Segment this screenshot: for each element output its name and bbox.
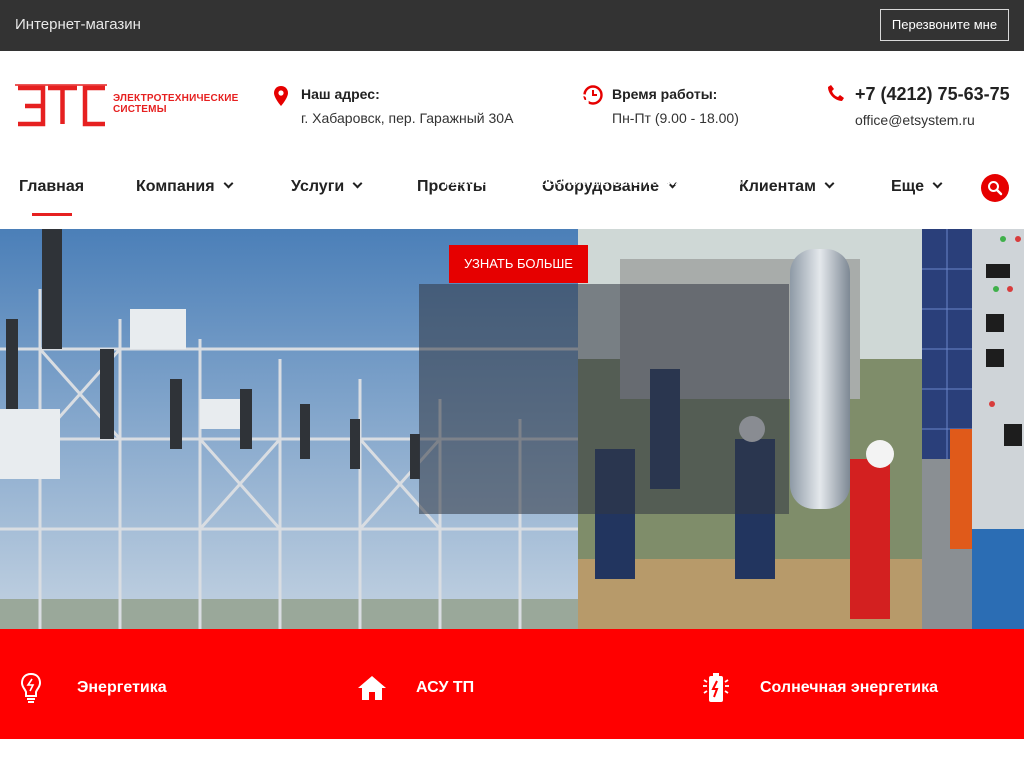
nav-company[interactable]: Компания	[136, 178, 234, 196]
hours-value: Пн-Пт (9.00 - 18.00)	[612, 110, 739, 126]
nav-services-label: Услуги	[291, 178, 345, 195]
hours-title: Время работы:	[612, 86, 718, 102]
band-item-solar[interactable]: Солнечная энергетика	[760, 679, 938, 697]
phone-icon[interactable]	[827, 84, 845, 102]
lightbulb-icon	[20, 672, 42, 703]
nav-services[interactable]: Услуги	[291, 178, 363, 196]
home-icon	[358, 676, 386, 700]
phone-number[interactable]: +7 (4212) 75-63-75	[855, 84, 1010, 105]
online-shop-link[interactable]: Интернет-магазин	[15, 16, 141, 33]
active-nav-indicator	[32, 213, 72, 216]
learn-more-button[interactable]: УЗНАТЬ БОЛЬШЕ	[449, 245, 588, 283]
service-category-band: Энергетика АСУ ТП Солнечная энергетика	[0, 629, 1024, 739]
chevron-down-icon	[824, 178, 835, 189]
logo-line-1: ЭЛЕКТРОТЕХНИЧЕСКИЕ	[113, 93, 239, 104]
email-link[interactable]: office@etsystem.ru	[855, 112, 975, 128]
nav-more-label: Еще	[891, 178, 925, 195]
search-icon	[988, 181, 1003, 196]
callback-button[interactable]: Перезвоните мне	[880, 9, 1009, 41]
band-item-automation[interactable]: АСУ ТП	[416, 679, 474, 697]
nav-main-label: Главная	[19, 178, 85, 195]
address-title: Наш адрес:	[301, 86, 380, 102]
chevron-down-icon	[223, 178, 234, 189]
search-button[interactable]	[981, 174, 1009, 202]
nav-more[interactable]: Еще	[891, 178, 943, 196]
top-bar: Интернет-магазин Перезвоните мне	[0, 0, 1024, 51]
logo-line-2: СИСТЕМЫ	[113, 104, 167, 115]
nav-company-label: Компания	[136, 178, 215, 195]
hero-slider	[0, 229, 1024, 629]
logo-text: ЭЛЕКТРОТЕХНИЧЕСКИЕ СИСТЕМЫ	[113, 93, 239, 115]
chevron-down-icon	[352, 178, 363, 189]
hero-caption-overlay	[419, 284, 789, 514]
chevron-down-icon	[932, 178, 943, 189]
hero-description: От 0,4 кВ до 220 кВ; Проектирование; Ком…	[444, 132, 791, 228]
hero-title: Энергетика	[443, 84, 591, 115]
battery-icon	[703, 673, 729, 702]
map-pin-icon	[274, 86, 288, 106]
band-item-energy[interactable]: Энергетика	[77, 679, 167, 697]
nav-main[interactable]: Главная	[19, 178, 84, 196]
